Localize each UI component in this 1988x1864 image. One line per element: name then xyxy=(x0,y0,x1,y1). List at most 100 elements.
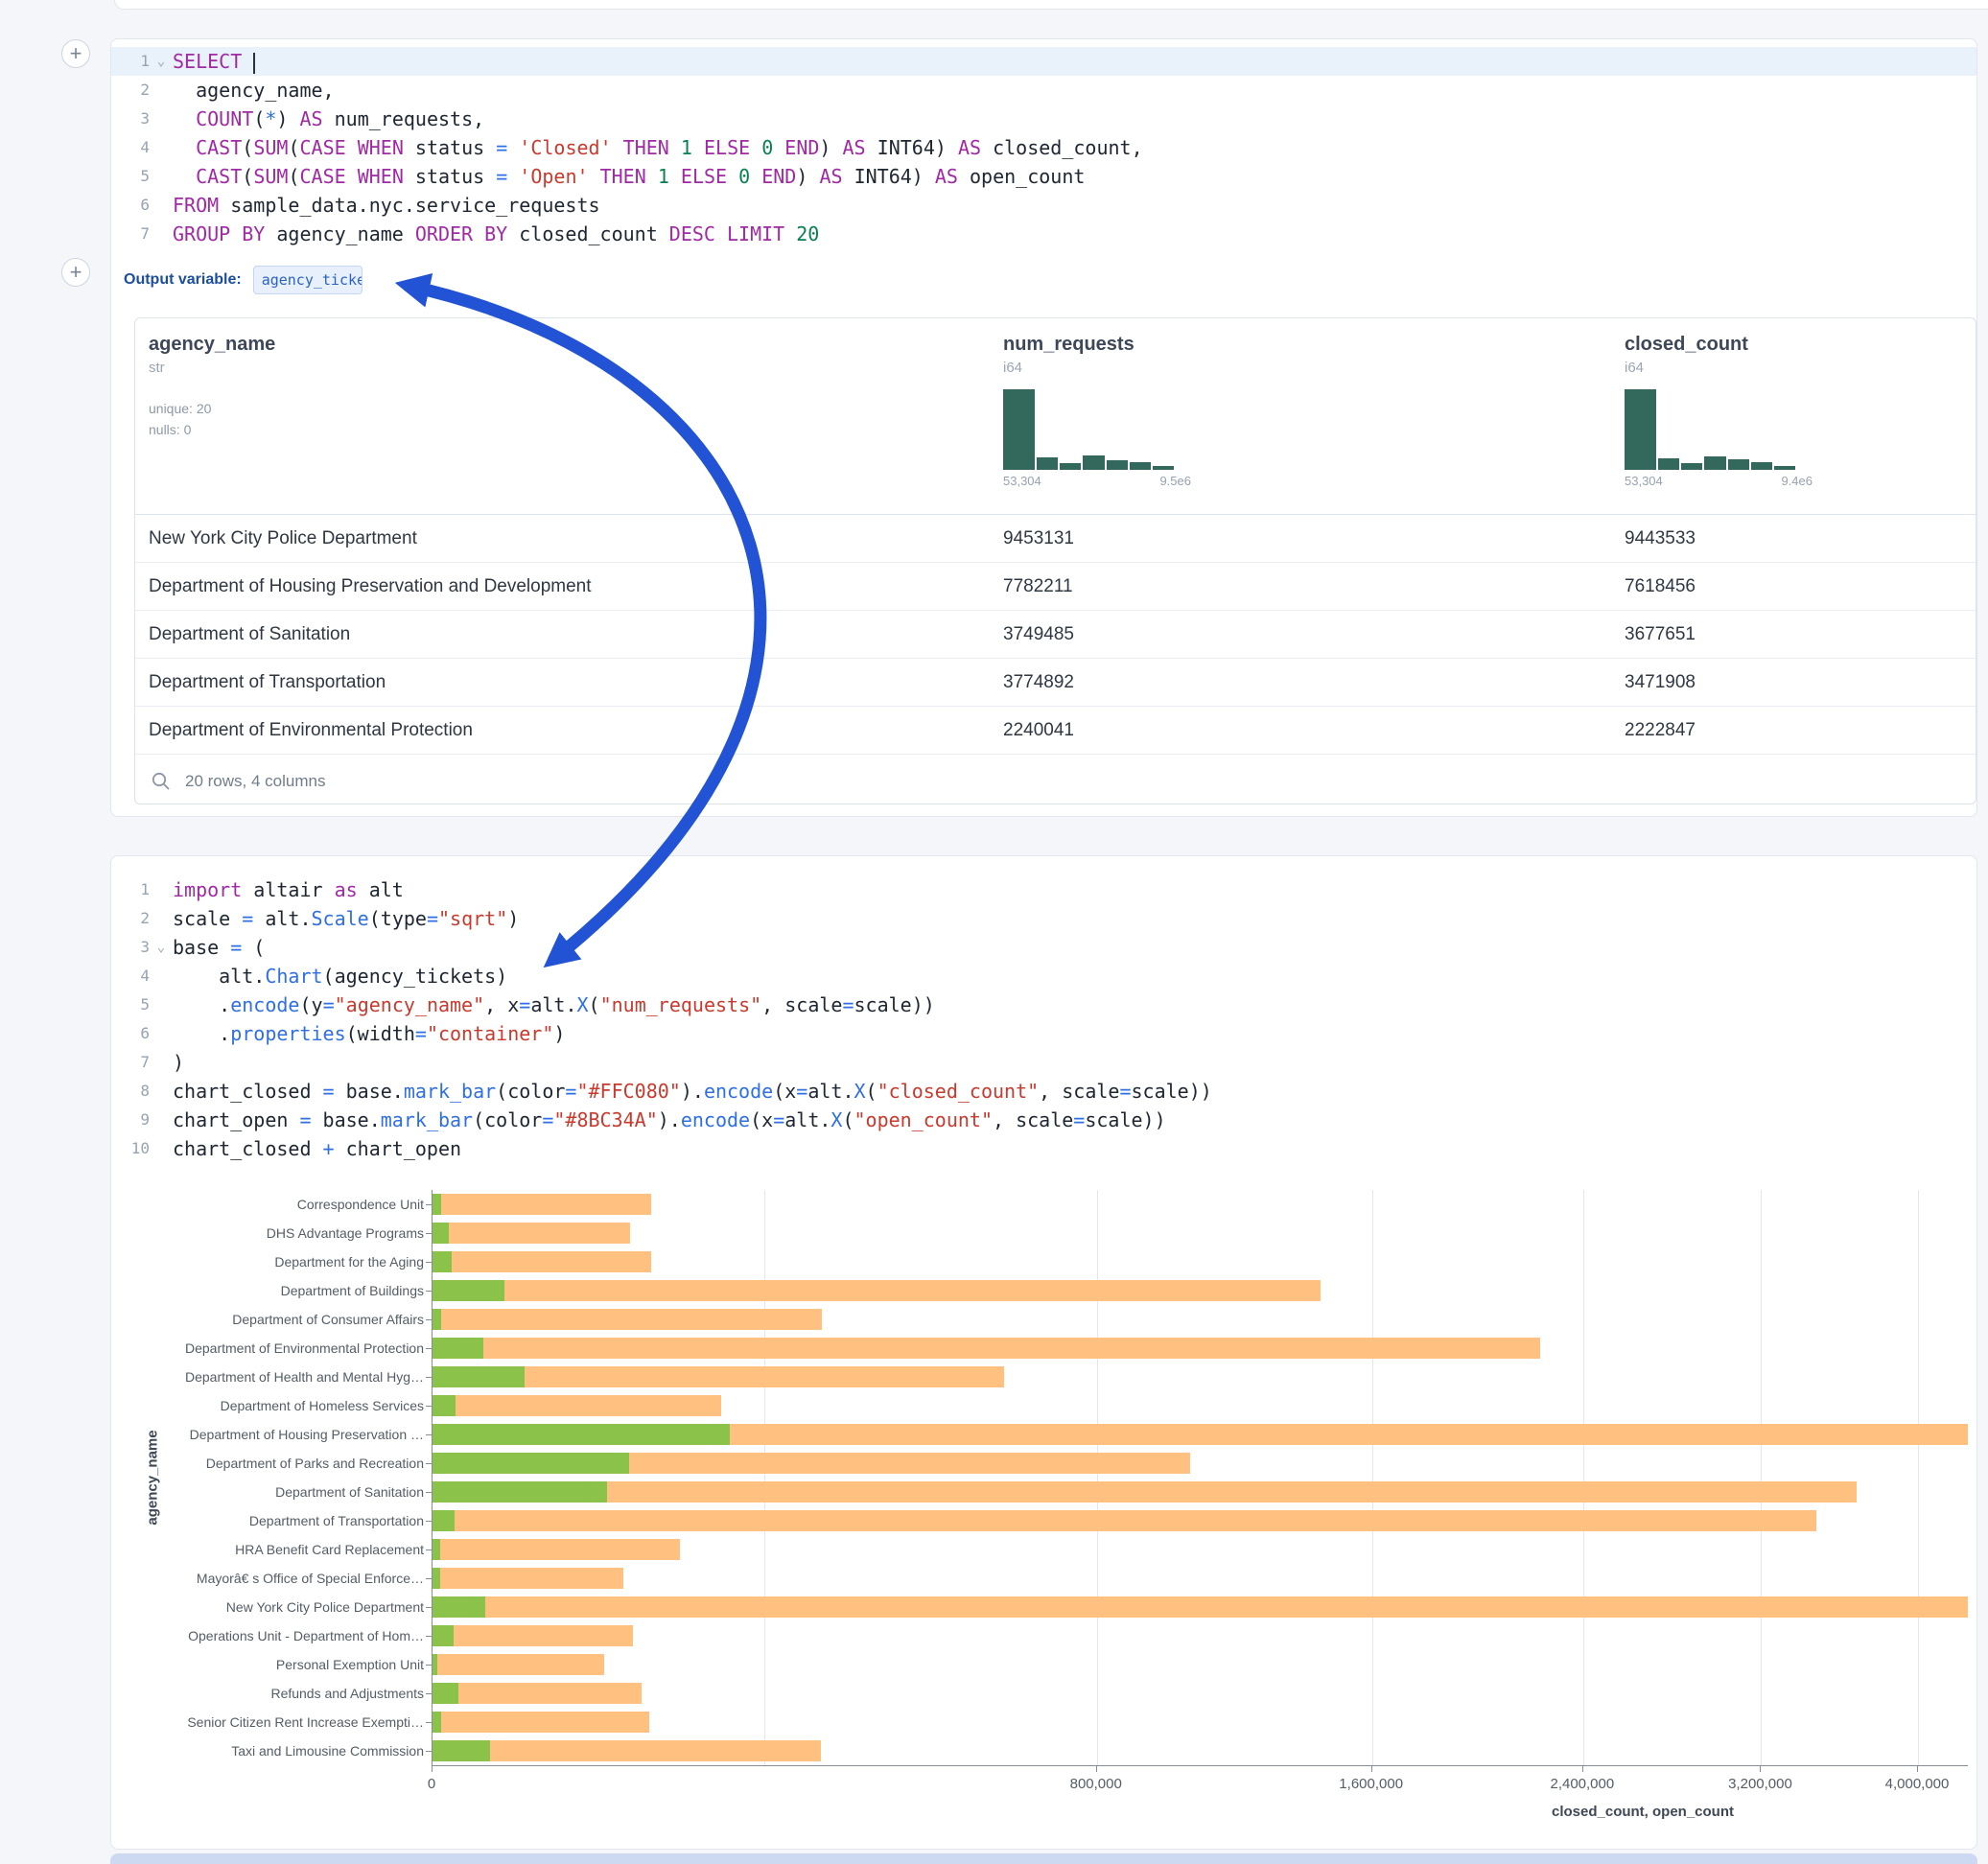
code-line[interactable]: 6FROM sample_data.nyc.service_requests xyxy=(111,191,1976,220)
code-line[interactable]: 4 CAST(SUM(CASE WHEN status = 'Closed' T… xyxy=(111,133,1976,162)
code-line[interactable]: 7 GROUP BY agency_name ORDER BY closed_co… xyxy=(111,220,1976,248)
code-token: AS xyxy=(819,165,842,188)
code-token: num_requests, xyxy=(323,107,485,130)
code-token: 'Closed' xyxy=(519,136,611,159)
code-line[interactable]: 7) xyxy=(111,1048,1976,1077)
table-row[interactable]: Department of Housing Preservation and D… xyxy=(135,562,1976,610)
code-token: (color xyxy=(496,1080,565,1103)
y-tick xyxy=(426,1665,432,1666)
code-token: = xyxy=(415,1022,427,1045)
code-token: ( xyxy=(242,936,265,959)
code-token: ( xyxy=(589,993,600,1016)
code-line[interactable]: 1⌄SELECT xyxy=(111,47,1976,76)
code-line[interactable]: 6 .properties(width="container") xyxy=(111,1019,1976,1048)
y-tick xyxy=(426,1463,432,1464)
x-axis-label: 2,400,000 xyxy=(1550,1776,1614,1792)
table-row[interactable]: Department of Transportation377489234719… xyxy=(135,658,1976,706)
code-token xyxy=(507,165,519,188)
code-token: status xyxy=(404,136,496,159)
code-token: 0 xyxy=(761,136,773,159)
code-text: GROUP BY agency_name ORDER BY closed_cou… xyxy=(173,220,1976,248)
y-axis-labels: Correspondence UnitDHS Advantage Program… xyxy=(111,1190,424,1765)
code-text: chart_closed + chart_open xyxy=(173,1134,1976,1163)
code-token: . xyxy=(173,993,230,1016)
bar-open xyxy=(433,1453,629,1474)
fold-chevron-icon[interactable]: ⌄ xyxy=(150,47,173,76)
add-cell-button-middle[interactable]: + xyxy=(61,258,90,287)
code-token: base. xyxy=(335,1080,404,1103)
code-token: FROM xyxy=(173,194,219,217)
code-token: CAST xyxy=(196,165,242,188)
column-name[interactable]: num_requests xyxy=(1003,334,1625,356)
python-editor[interactable]: 1import altair as alt2scale = alt.Scale(… xyxy=(111,856,1976,1163)
code-token: = xyxy=(773,1108,784,1131)
search-icon[interactable] xyxy=(151,771,172,792)
code-token: GROUP BY xyxy=(173,222,265,245)
code-token: base xyxy=(173,936,230,959)
histogram-bar xyxy=(1774,466,1795,470)
code-token xyxy=(346,165,358,188)
code-token: = xyxy=(242,907,253,930)
code-token: agency_name xyxy=(265,222,415,245)
code-token: (agency_tickets) xyxy=(323,965,508,988)
code-line[interactable]: 5 .encode(y="agency_name", x=alt.X("num_… xyxy=(111,990,1976,1019)
bar-open xyxy=(433,1338,483,1359)
sql-cell: 1⌄SELECT 2 agency_name,3 COUNT(*) AS num… xyxy=(110,38,1977,817)
code-token: scale xyxy=(173,907,242,930)
column-name[interactable]: agency_name xyxy=(149,334,1003,356)
bar-closed xyxy=(433,1280,1321,1301)
sql-editor[interactable]: 1⌄SELECT 2 agency_name,3 COUNT(*) AS num… xyxy=(111,39,1976,248)
line-number: 3 xyxy=(111,105,150,133)
x-axis-label: 800,000 xyxy=(1070,1776,1122,1792)
table-row[interactable]: New York City Police Department945313194… xyxy=(135,515,1976,562)
table-cell: 9443533 xyxy=(1625,515,1976,562)
output-variable-chip[interactable]: agency_tickets xyxy=(253,266,363,294)
code-text: alt.Chart(agency_tickets) xyxy=(173,962,1976,990)
code-line[interactable]: 4 alt.Chart(agency_tickets) xyxy=(111,962,1976,990)
bar-closed xyxy=(433,1251,651,1272)
code-line[interactable]: 2scale = alt.Scale(type="sqrt") xyxy=(111,904,1976,933)
code-token: X xyxy=(577,993,589,1016)
code-token: END xyxy=(784,136,819,159)
code-line[interactable]: 8chart_closed = base.mark_bar(color="#FF… xyxy=(111,1077,1976,1106)
code-line[interactable]: 1import altair as alt xyxy=(111,875,1976,904)
histogram-bar xyxy=(1003,389,1035,470)
code-token: (x xyxy=(773,1080,796,1103)
line-number: 7 xyxy=(111,220,150,248)
y-axis-label: Department of Consumer Affairs xyxy=(111,1305,424,1334)
line-number: 2 xyxy=(111,76,150,105)
table-header: agency_namestrunique: 20nulls: 0num_requ… xyxy=(135,318,1976,515)
code-text: agency_name, xyxy=(173,76,1976,105)
code-line[interactable]: 2 agency_name, xyxy=(111,76,1976,105)
fold-spacer xyxy=(150,1077,173,1106)
x-axis-label: 3,200,000 xyxy=(1728,1776,1792,1792)
x-tick xyxy=(1917,1766,1918,1772)
code-token: 1 xyxy=(681,136,692,159)
table-row[interactable]: Department of Sanitation37494853677651 xyxy=(135,610,1976,658)
code-token: chart_closed xyxy=(173,1137,323,1160)
code-token: base. xyxy=(312,1108,381,1131)
histogram-bar xyxy=(1060,463,1081,470)
code-line[interactable]: 5 CAST(SUM(CASE WHEN status = 'Open' THE… xyxy=(111,162,1976,191)
code-line[interactable]: 3⌄base = ( xyxy=(111,933,1976,962)
table-row[interactable]: Department of Environmental Protection22… xyxy=(135,706,1976,754)
code-token: + xyxy=(323,1137,335,1160)
column-name[interactable]: closed_count xyxy=(1625,334,1976,356)
code-token: AS xyxy=(935,165,958,188)
line-number: 4 xyxy=(111,962,150,990)
fold-chevron-icon[interactable]: ⌄ xyxy=(150,933,173,962)
histogram-bar xyxy=(1658,458,1679,470)
x-tick xyxy=(1760,1766,1761,1772)
code-token: ). xyxy=(658,1108,681,1131)
code-token: ( xyxy=(288,136,299,159)
histogram-min: 53,304 xyxy=(1003,474,1041,488)
fold-spacer xyxy=(150,904,173,933)
code-token: "#8BC34A" xyxy=(553,1108,657,1131)
code-token: = xyxy=(299,1108,311,1131)
code-line[interactable]: 3 COUNT(*) AS num_requests, xyxy=(111,105,1976,133)
code-line[interactable]: 9chart_open = base.mark_bar(color="#8BC3… xyxy=(111,1106,1976,1134)
code-line[interactable]: 10chart_closed + chart_open xyxy=(111,1134,1976,1163)
code-token: = xyxy=(542,1108,553,1131)
histogram-bar xyxy=(1681,463,1702,470)
add-cell-button-top[interactable]: + xyxy=(61,39,90,68)
